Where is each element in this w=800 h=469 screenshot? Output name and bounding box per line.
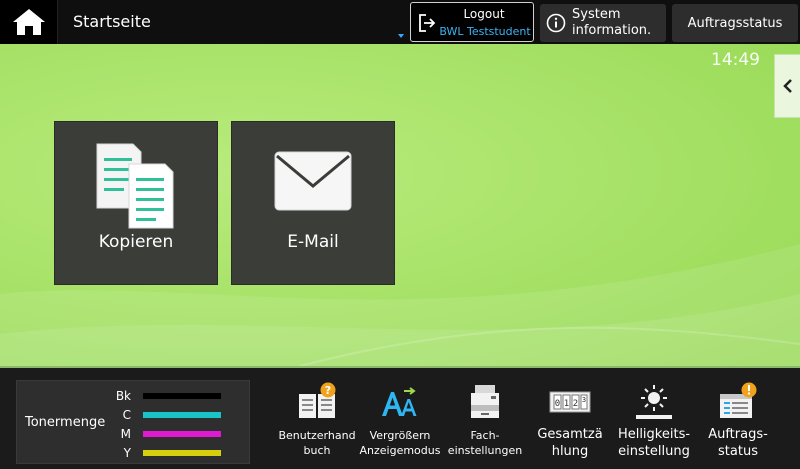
toner-row-magenta: M	[113, 427, 243, 441]
logout-button[interactable]: Logout BWL Teststudent	[410, 2, 534, 42]
brightness-icon	[636, 385, 672, 419]
tray-settings-icon	[471, 385, 499, 418]
job-status-shortcut-button[interactable]: Auftrags- status	[700, 378, 776, 468]
enlarge-display-button[interactable]: Vergrößern Anzeigemodus	[360, 378, 440, 468]
total-count-button[interactable]: 0 1 2 3 Gesamtzä hlung	[532, 378, 608, 468]
brightness-label: Helligkeits- einstellung	[617, 427, 691, 459]
home-screen: 14:49 Kopieren E-Mail	[0, 44, 800, 366]
toner-label-cyan: C	[122, 408, 131, 422]
toner-bar-black	[143, 393, 221, 399]
manual-icon: ?	[299, 382, 336, 418]
top-bar: Startseite Logout BWL Teststudent System…	[0, 0, 800, 44]
copy-tile[interactable]: Kopieren	[54, 121, 218, 285]
system-information-label: System information.	[572, 7, 652, 38]
tray-settings-label: Fach- einstellungen	[447, 429, 523, 457]
tray-settings-button[interactable]: Fach- einstellungen	[447, 378, 523, 468]
logged-in-user: BWL Teststudent	[439, 25, 531, 38]
copy-tile-label: Kopieren	[98, 232, 174, 252]
brightness-button[interactable]: Helligkeits- einstellung	[616, 378, 692, 468]
svg-text:2: 2	[573, 399, 578, 409]
toner-row-cyan: C	[113, 408, 243, 422]
envelope-icon	[274, 151, 352, 211]
user-manual-button[interactable]: ? Benutzerhand buch	[278, 378, 356, 468]
svg-text:1: 1	[564, 399, 569, 409]
toner-bar-yellow	[143, 450, 221, 456]
toner-bar-magenta	[143, 431, 221, 437]
toner-label-yellow: Y	[123, 446, 131, 460]
svg-text:0: 0	[555, 399, 560, 409]
home-button[interactable]	[0, 0, 58, 44]
copy-icon	[96, 143, 174, 229]
info-icon	[546, 13, 566, 33]
logout-icon	[419, 14, 436, 32]
title-dropdown-indicator	[398, 34, 404, 38]
counter-icon: 0 1 2 3	[549, 391, 591, 413]
toner-row-yellow: Y	[113, 446, 243, 460]
email-tile-label: E-Mail	[287, 232, 339, 252]
enlarge-display-label: Vergrößern Anzeigemodus	[359, 429, 441, 457]
toner-label-black: Bk	[115, 389, 131, 403]
svg-text:3: 3	[582, 396, 586, 404]
job-status-button[interactable]: Auftragsstatus	[672, 4, 798, 42]
total-count-label: Gesamtzä hlung	[537, 427, 603, 459]
system-information-button[interactable]: System information.	[540, 4, 666, 42]
page-title: Startseite	[73, 12, 151, 31]
toner-level-panel: Tonermenge Bk C M Y	[16, 380, 250, 464]
user-manual-label: Benutzerhand buch	[278, 429, 356, 457]
toner-title: Tonermenge	[25, 415, 106, 430]
chevron-left-icon	[782, 79, 792, 93]
side-panel-toggle[interactable]	[774, 54, 800, 118]
toner-bar-cyan	[143, 412, 221, 418]
clock: 14:49	[711, 50, 760, 70]
svg-text:?: ?	[325, 384, 331, 397]
enlarge-text-icon	[382, 387, 417, 416]
bottom-bar: Tonermenge Bk C M Y ? Benutzerhand buch …	[0, 366, 800, 469]
job-status-shortcut-label: Auftrags- status	[708, 427, 768, 459]
logout-label: Logout	[463, 7, 505, 21]
toner-row-black: Bk	[113, 389, 243, 403]
toner-label-magenta: M	[120, 427, 131, 441]
home-icon	[12, 9, 45, 35]
email-tile[interactable]: E-Mail	[231, 121, 395, 285]
job-status-icon	[720, 382, 757, 418]
